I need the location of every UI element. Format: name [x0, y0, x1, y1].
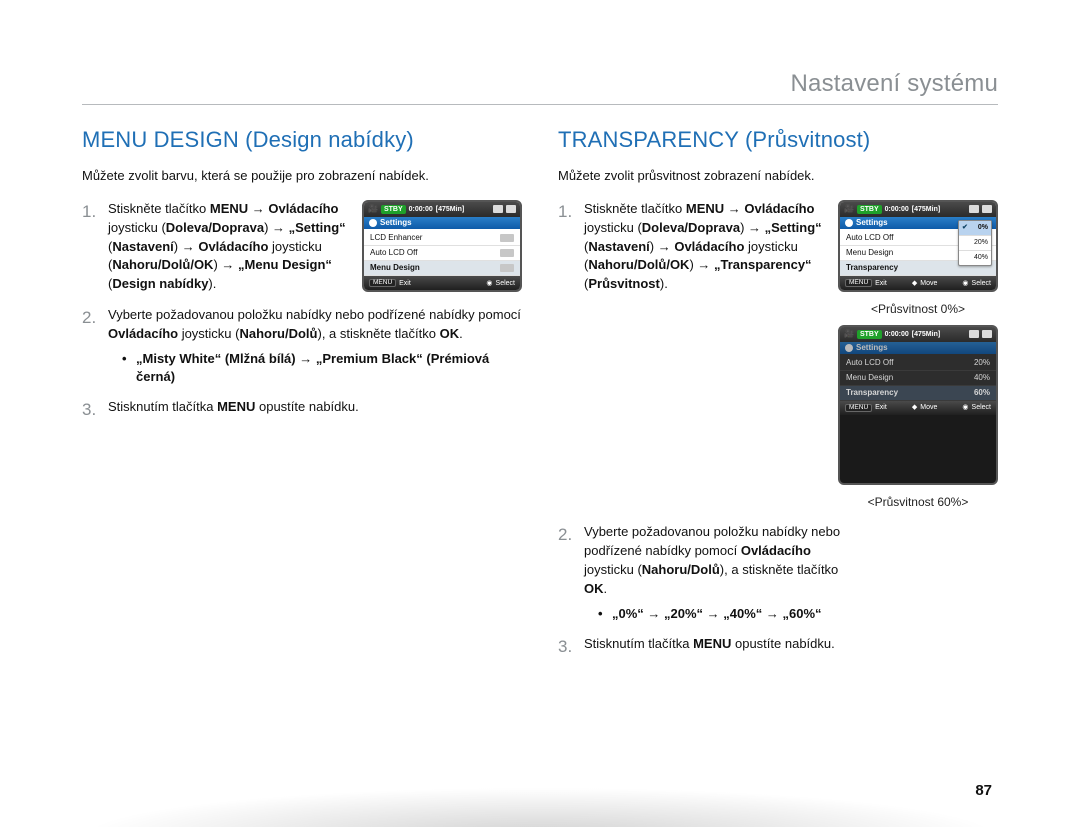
left-step3-text: Stisknutím tlačítka MENU opustíte nabídk…: [108, 398, 522, 417]
select-label: Select: [496, 280, 515, 287]
menu-row[interactable]: Menu Design: [846, 249, 893, 257]
menu-chip[interactable]: MENU: [369, 279, 396, 288]
right-step3-text: Stisknutím tlačítka MENU opustíte nabídk…: [584, 635, 844, 654]
timecode: 0:00:00: [885, 206, 909, 213]
right-step1-text: Stiskněte tlačítko MENU → Ovládacího joy…: [584, 200, 828, 294]
menu-row-selected[interactable]: Menu Design: [370, 264, 420, 272]
exit-label: Exit: [875, 280, 887, 287]
battery-icon: [506, 205, 516, 213]
caption-0pct: <Průsvitnost 0%>: [838, 301, 998, 318]
dropdown-item[interactable]: 0%: [978, 223, 988, 233]
battery-icon: [982, 205, 992, 213]
settings-title: Settings: [856, 344, 888, 352]
timecode: 0:00:00: [885, 331, 909, 338]
menu-row[interactable]: LCD Enhancer: [370, 234, 422, 242]
caption-60pct: <Průsvitnost 60%>: [838, 494, 998, 511]
exit-label: Exit: [399, 280, 411, 287]
joystick-icon: ◉: [962, 404, 968, 411]
lcd-transparency-60-figure: 🎥 STBY 0:00:00 [475Min]: [838, 325, 998, 485]
menu-chip[interactable]: MENU: [845, 404, 872, 413]
exit-label: Exit: [875, 404, 887, 411]
gear-icon: [845, 344, 853, 352]
dropdown-item[interactable]: 40%: [974, 253, 988, 263]
right-column: TRANSPARENCY (Průsvitnost) Můžete zvolit…: [558, 123, 998, 666]
battery-icon: [982, 330, 992, 338]
left-step2-text: Vyberte požadovanou položku nabídky nebo…: [108, 306, 522, 344]
menu-row-selected[interactable]: Transparency: [846, 264, 898, 272]
remain-time: [475Min]: [912, 331, 940, 338]
right-step2-bullet: „0%“ → „20%“ → „40%“ → „60%“: [598, 605, 998, 623]
lcd-menudesign-figure: 🎥 STBY 0:00:00 [475Min] Settings: [362, 200, 522, 293]
camera-icon: 🎥: [844, 330, 854, 338]
page-number: 87: [975, 782, 992, 799]
left-step1-text: Stiskněte tlačítko MENU → Ovládacího joy…: [108, 200, 352, 294]
card-icon: [969, 205, 979, 213]
right-col-title: TRANSPARENCY (Průsvitnost): [558, 127, 998, 153]
select-label: Select: [972, 280, 991, 287]
settings-title: Settings: [380, 219, 412, 227]
stby-badge: STBY: [381, 205, 406, 214]
section-heading: Nastavení systému: [82, 70, 998, 105]
remain-time: [475Min]: [912, 206, 940, 213]
stby-badge: STBY: [857, 205, 882, 214]
joystick-icon: ◆: [912, 404, 917, 411]
card-icon: [493, 205, 503, 213]
right-intro: Můžete zvolit průsvitnost zobrazení nabí…: [558, 167, 998, 186]
stby-badge: STBY: [857, 330, 882, 339]
dropdown-item[interactable]: 20%: [974, 238, 988, 248]
right-step2-text: Vyberte požadovanou položku nabídky nebo…: [584, 523, 844, 598]
menu-row-val: 20%: [974, 359, 990, 367]
left-col-title: MENU DESIGN (Design nabídky): [82, 127, 522, 153]
joystick-icon: ◆: [912, 280, 917, 287]
camera-icon: 🎥: [844, 205, 854, 213]
menu-row-val: 60%: [974, 389, 990, 397]
left-column: MENU DESIGN (Design nabídky) Můžete zvol…: [82, 123, 522, 666]
camera-icon: 🎥: [368, 205, 378, 213]
remain-time: [475Min]: [436, 206, 464, 213]
gear-icon: [845, 219, 853, 227]
transparency-dropdown[interactable]: ✔0% 20% 40%: [958, 220, 992, 266]
move-label: Move: [920, 404, 937, 411]
menu-row[interactable]: Auto LCD Off: [370, 249, 417, 257]
page-shadow: [0, 779, 1080, 827]
left-step2-bullet: „Misty White“ (Mlžná bílá) → „Premium Bl…: [122, 350, 522, 386]
joystick-icon: ◉: [962, 280, 968, 287]
menu-row-val: 40%: [974, 374, 990, 382]
menu-row[interactable]: Auto LCD Off: [846, 234, 893, 242]
left-intro: Můžete zvolit barvu, která se použije pr…: [82, 167, 522, 186]
settings-title: Settings: [856, 219, 888, 227]
gear-icon: [369, 219, 377, 227]
timecode: 0:00:00: [409, 206, 433, 213]
menu-row-selected[interactable]: Transparency: [846, 389, 898, 397]
move-label: Move: [920, 280, 937, 287]
card-icon: [969, 330, 979, 338]
joystick-icon: ◉: [486, 280, 492, 287]
menu-row[interactable]: Menu Design: [846, 374, 893, 382]
select-label: Select: [972, 404, 991, 411]
menu-chip[interactable]: MENU: [845, 279, 872, 288]
menu-row[interactable]: Auto LCD Off: [846, 359, 893, 367]
